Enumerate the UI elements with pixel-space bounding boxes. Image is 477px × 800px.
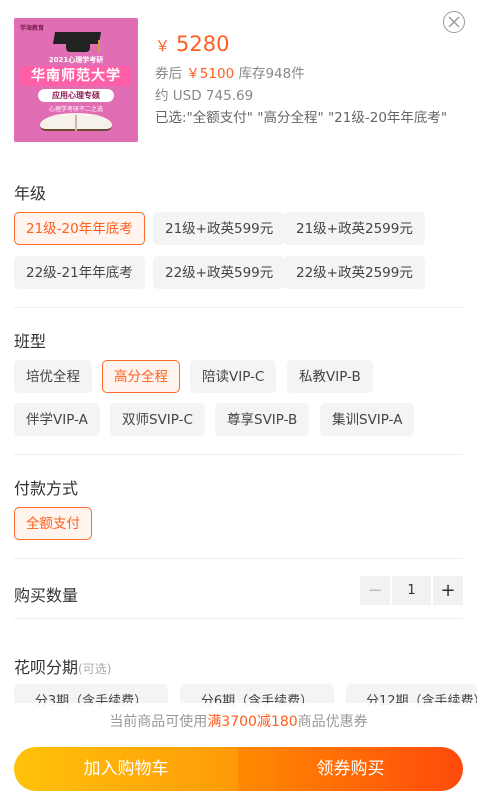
divider <box>14 307 463 308</box>
action-bar: 加入购物车 领券购买 <box>14 747 463 791</box>
grade-option[interactable]: 21级-20年年底考 <box>14 212 145 245</box>
class-type-option[interactable]: 双师SVIP-C <box>110 403 205 436</box>
thumbnail-line4: 心理学考研不二之选 <box>48 106 103 113</box>
book-spine <box>75 115 77 131</box>
class-type-option[interactable]: 高分全程 <box>102 360 180 393</box>
stock-text: 库存948件 <box>238 66 305 82</box>
divider <box>14 618 463 619</box>
installment-title-text: 花呗分期 <box>14 658 79 677</box>
sku-selector-sheet: 学海教育 2021心理学考研 华南师范大学 应用心理专硕 心理学考研不二之选 ￥… <box>0 0 477 800</box>
grade-option[interactable]: 22级+政英2599元 <box>284 256 425 289</box>
close-icon <box>448 16 460 28</box>
thumbnail-line3: 应用心理专硕 <box>38 89 114 102</box>
buy-with-coupon-button[interactable]: 领券购买 <box>238 747 463 791</box>
coupon-highlight: 满3700减180 <box>207 714 298 730</box>
class-type-title: 班型 <box>14 332 47 351</box>
usd-price: 约 USD 745.69 <box>155 88 254 104</box>
currency-symbol: ￥ <box>155 37 171 55</box>
class-type-option[interactable]: 培优全程 <box>14 360 92 393</box>
product-price: ￥ 5280 <box>155 32 229 56</box>
class-type-option[interactable]: 伴学VIP-A <box>14 403 100 436</box>
graduation-cap-base <box>66 42 90 52</box>
add-to-cart-button[interactable]: 加入购物车 <box>14 747 238 791</box>
coupon-price-stock: 券后 ￥5100 库存948件 <box>155 62 305 82</box>
quantity-title: 购买数量 <box>14 586 79 605</box>
close-button[interactable] <box>443 11 465 33</box>
coupon-suffix: 商品优惠券 <box>297 714 368 730</box>
after-coupon-price: ￥5100 <box>186 66 235 82</box>
thumbnail-line2: 华南师范大学 <box>20 66 132 86</box>
grade-title: 年级 <box>14 184 47 203</box>
class-type-option[interactable]: 陪读VIP-C <box>190 360 277 393</box>
class-type-option[interactable]: 私教VIP-B <box>287 360 373 393</box>
brand-logo-text: 学海教育 <box>20 25 45 32</box>
grade-option[interactable]: 21级+政英599元 <box>153 212 286 245</box>
selected-options: 已选:"全额支付" "高分全程" "21级-20年年底考" <box>155 110 448 126</box>
graduation-cap-tassel <box>98 40 100 52</box>
quantity-increase-button[interactable]: + <box>433 576 463 605</box>
coupon-banner[interactable]: 当前商品可使用满3700减180商品优惠券 <box>0 703 477 741</box>
divider <box>14 454 463 455</box>
payment-option[interactable]: 全额支付 <box>14 507 92 540</box>
coupon-prefix: 当前商品可使用 <box>109 714 208 730</box>
grade-option[interactable]: 22级+政英599元 <box>153 256 286 289</box>
thumbnail-line1: 2021心理学考研 <box>48 56 104 64</box>
price-value: 5280 <box>176 32 230 56</box>
product-thumbnail[interactable]: 学海教育 2021心理学考研 华南师范大学 应用心理专硕 心理学考研不二之选 <box>14 18 138 142</box>
installment-optional-label: (可选) <box>78 662 112 676</box>
payment-title: 付款方式 <box>14 479 79 498</box>
class-type-option[interactable]: 尊享SVIP-B <box>215 403 310 436</box>
installment-title: 花呗分期(可选) <box>14 654 111 678</box>
divider <box>14 558 463 559</box>
after-coupon-label: 券后 <box>155 66 182 82</box>
quantity-decrease-button[interactable]: − <box>360 576 390 605</box>
quantity-stepper: − 1 + <box>360 576 463 605</box>
grade-option[interactable]: 22级-21年年底考 <box>14 256 145 289</box>
quantity-input[interactable]: 1 <box>392 576 431 605</box>
grade-option[interactable]: 21级+政英2599元 <box>284 212 425 245</box>
class-type-option[interactable]: 集训SVIP-A <box>320 403 415 436</box>
